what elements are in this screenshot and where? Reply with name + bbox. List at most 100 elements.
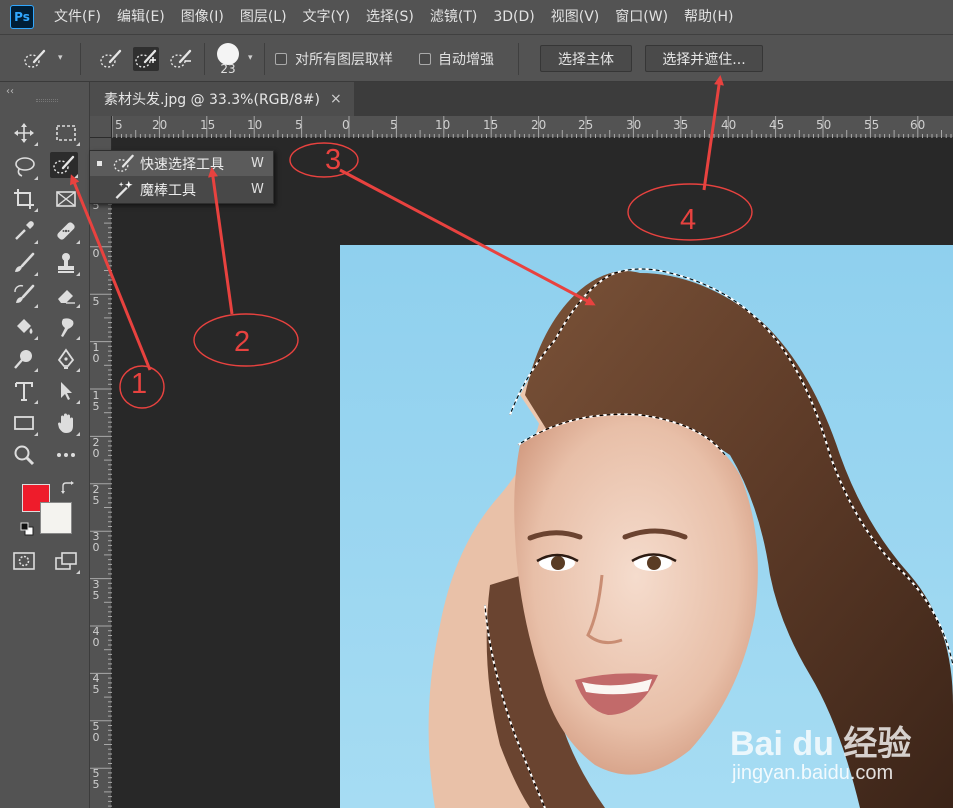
annotation-number-2: 2: [234, 326, 251, 358]
hand-icon[interactable]: [52, 410, 80, 436]
document-tab-title: 素材头发.jpg @ 33.3%(RGB/8#): [104, 92, 320, 108]
subtract-from-selection-icon[interactable]: [168, 47, 194, 71]
menu-edit[interactable]: 编辑(E): [109, 0, 173, 34]
default-colors-icon[interactable]: [20, 522, 34, 536]
brush-size-value: 23: [220, 62, 236, 76]
ruler-label: 40: [721, 118, 737, 132]
menu-image[interactable]: 图像(I): [173, 0, 232, 34]
ruler-origin[interactable]: [90, 116, 112, 138]
ruler-label: 2 5: [92, 483, 100, 507]
quick-selection-icon[interactable]: [50, 152, 78, 178]
annotation-number-1: 1: [131, 368, 148, 400]
watermark-url: jingyan.baidu.com: [732, 762, 894, 784]
frame-icon[interactable]: [52, 186, 80, 212]
divider: [518, 43, 519, 75]
stamp-icon[interactable]: [52, 250, 80, 276]
chevron-down-icon[interactable]: ▾: [248, 53, 258, 63]
horizontal-ruler: 5 20 15 10 5 0 5 10 15 20 25 30 35 40 45…: [90, 116, 953, 138]
ruler-label: 3 5: [92, 578, 100, 602]
tool-flyout-menu: 快速选择工具 W 魔棒工具 W: [89, 150, 274, 204]
collapse-icon[interactable]: ‹‹: [6, 86, 14, 97]
quick-mask-icon[interactable]: [10, 548, 38, 574]
ruler-label: 55: [864, 118, 880, 132]
document-tab-bar: 素材头发.jpg @ 33.3%(RGB/8#) ×: [90, 82, 953, 116]
ruler-label: 10: [247, 118, 263, 132]
crop-icon[interactable]: [10, 186, 38, 212]
ruler-label: 45: [769, 118, 785, 132]
history-brush-icon[interactable]: [10, 282, 38, 308]
ruler-label: 5: [295, 118, 303, 132]
menu-filter[interactable]: 滤镜(T): [422, 0, 485, 34]
ruler-label: 35: [673, 118, 689, 132]
ruler-label: 15: [200, 118, 216, 132]
ruler-label: 5: [92, 295, 100, 308]
chevron-down-icon[interactable]: ▾: [58, 53, 68, 63]
ruler-label: 50: [816, 118, 832, 132]
options-bar: ▾ ▾ 对所有图层取样 自动增强 选择主体 选择并遮住...: [0, 34, 953, 82]
background-color-swatch[interactable]: [40, 502, 72, 534]
menu-help[interactable]: 帮助(H): [676, 0, 741, 34]
annotation-number-4: 4: [680, 204, 697, 236]
new-selection-icon[interactable]: [98, 47, 124, 71]
panel-grip[interactable]: [36, 99, 58, 102]
add-to-selection-icon[interactable]: [133, 47, 159, 71]
ruler-label: 5: [115, 118, 123, 132]
ruler-label: 1 0: [92, 341, 100, 365]
type-icon[interactable]: [10, 378, 38, 404]
ruler-label: 4 0: [92, 625, 100, 649]
zoom-icon[interactable]: [10, 442, 38, 468]
sample-all-layers-checkbox[interactable]: [275, 53, 287, 65]
swap-colors-icon[interactable]: [60, 480, 76, 496]
ruler-label: 4 5: [92, 672, 100, 696]
divider: [204, 43, 205, 75]
tool-preset-icon[interactable]: [22, 47, 48, 71]
menu-type[interactable]: 文字(Y): [295, 0, 358, 34]
sample-all-layers-label: 对所有图层取样: [295, 52, 393, 68]
ruler-label: 0: [92, 247, 100, 260]
pen-icon[interactable]: [52, 346, 80, 372]
divider: [264, 43, 265, 75]
ruler-label: 20: [152, 118, 168, 132]
ruler-label: 0: [342, 118, 350, 132]
healing-icon[interactable]: [52, 218, 80, 244]
ruler-label: 1 5: [92, 389, 100, 413]
rectangle-icon[interactable]: [10, 410, 38, 436]
paint-bucket-icon[interactable]: [10, 314, 38, 340]
menu-view[interactable]: 视图(V): [543, 0, 608, 34]
ruler-label: 5 0: [92, 720, 100, 744]
vertical-ruler: 5 0 5 1 0 1 5 2 0 2 5 3 0 3 5 4 0 4 5 5 …: [90, 138, 112, 808]
select-and-mask-button[interactable]: 选择并遮住...: [645, 45, 763, 72]
path-select-icon[interactable]: [52, 378, 80, 404]
marquee-icon[interactable]: [52, 120, 80, 146]
ruler-label: 15: [483, 118, 499, 132]
menu-file[interactable]: 文件(F): [46, 0, 109, 34]
more-icon[interactable]: [52, 442, 80, 468]
eraser-icon[interactable]: [52, 282, 80, 308]
document-tab[interactable]: 素材头发.jpg @ 33.3%(RGB/8#): [90, 82, 354, 116]
menu-3d[interactable]: 3D(D): [485, 0, 542, 34]
ruler-label: 5: [390, 118, 398, 132]
flyout-item-magic-wand[interactable]: 魔棒工具 W: [90, 177, 273, 202]
menu-layer[interactable]: 图层(L): [232, 0, 295, 34]
eyedropper-icon[interactable]: [10, 218, 38, 244]
flyout-item-quick-selection[interactable]: 快速选择工具 W: [90, 151, 273, 176]
select-subject-button[interactable]: 选择主体: [540, 45, 632, 72]
dodge-icon[interactable]: [10, 346, 38, 372]
brush-icon[interactable]: [10, 250, 38, 276]
ruler-label: 3 0: [92, 530, 100, 554]
shortcut-key: W: [251, 156, 264, 171]
menu-window[interactable]: 窗口(W): [607, 0, 676, 34]
close-icon[interactable]: ×: [330, 91, 342, 107]
auto-enhance-checkbox[interactable]: [419, 53, 431, 65]
move-icon[interactable]: [10, 120, 38, 146]
menu-bar: Ps 文件(F) 编辑(E) 图像(I) 图层(L) 文字(Y) 选择(S) 滤…: [0, 0, 953, 34]
menu-select[interactable]: 选择(S): [358, 0, 422, 34]
lasso-icon[interactable]: [10, 154, 38, 180]
document-canvas[interactable]: [113, 139, 953, 808]
ruler-label: 60: [910, 118, 926, 132]
screen-mode-icon[interactable]: [52, 548, 80, 574]
ruler-label: 2 0: [92, 436, 100, 460]
smudge-icon[interactable]: [52, 314, 80, 340]
auto-enhance-label: 自动增强: [438, 52, 494, 68]
annotation-number-3: 3: [325, 144, 342, 176]
